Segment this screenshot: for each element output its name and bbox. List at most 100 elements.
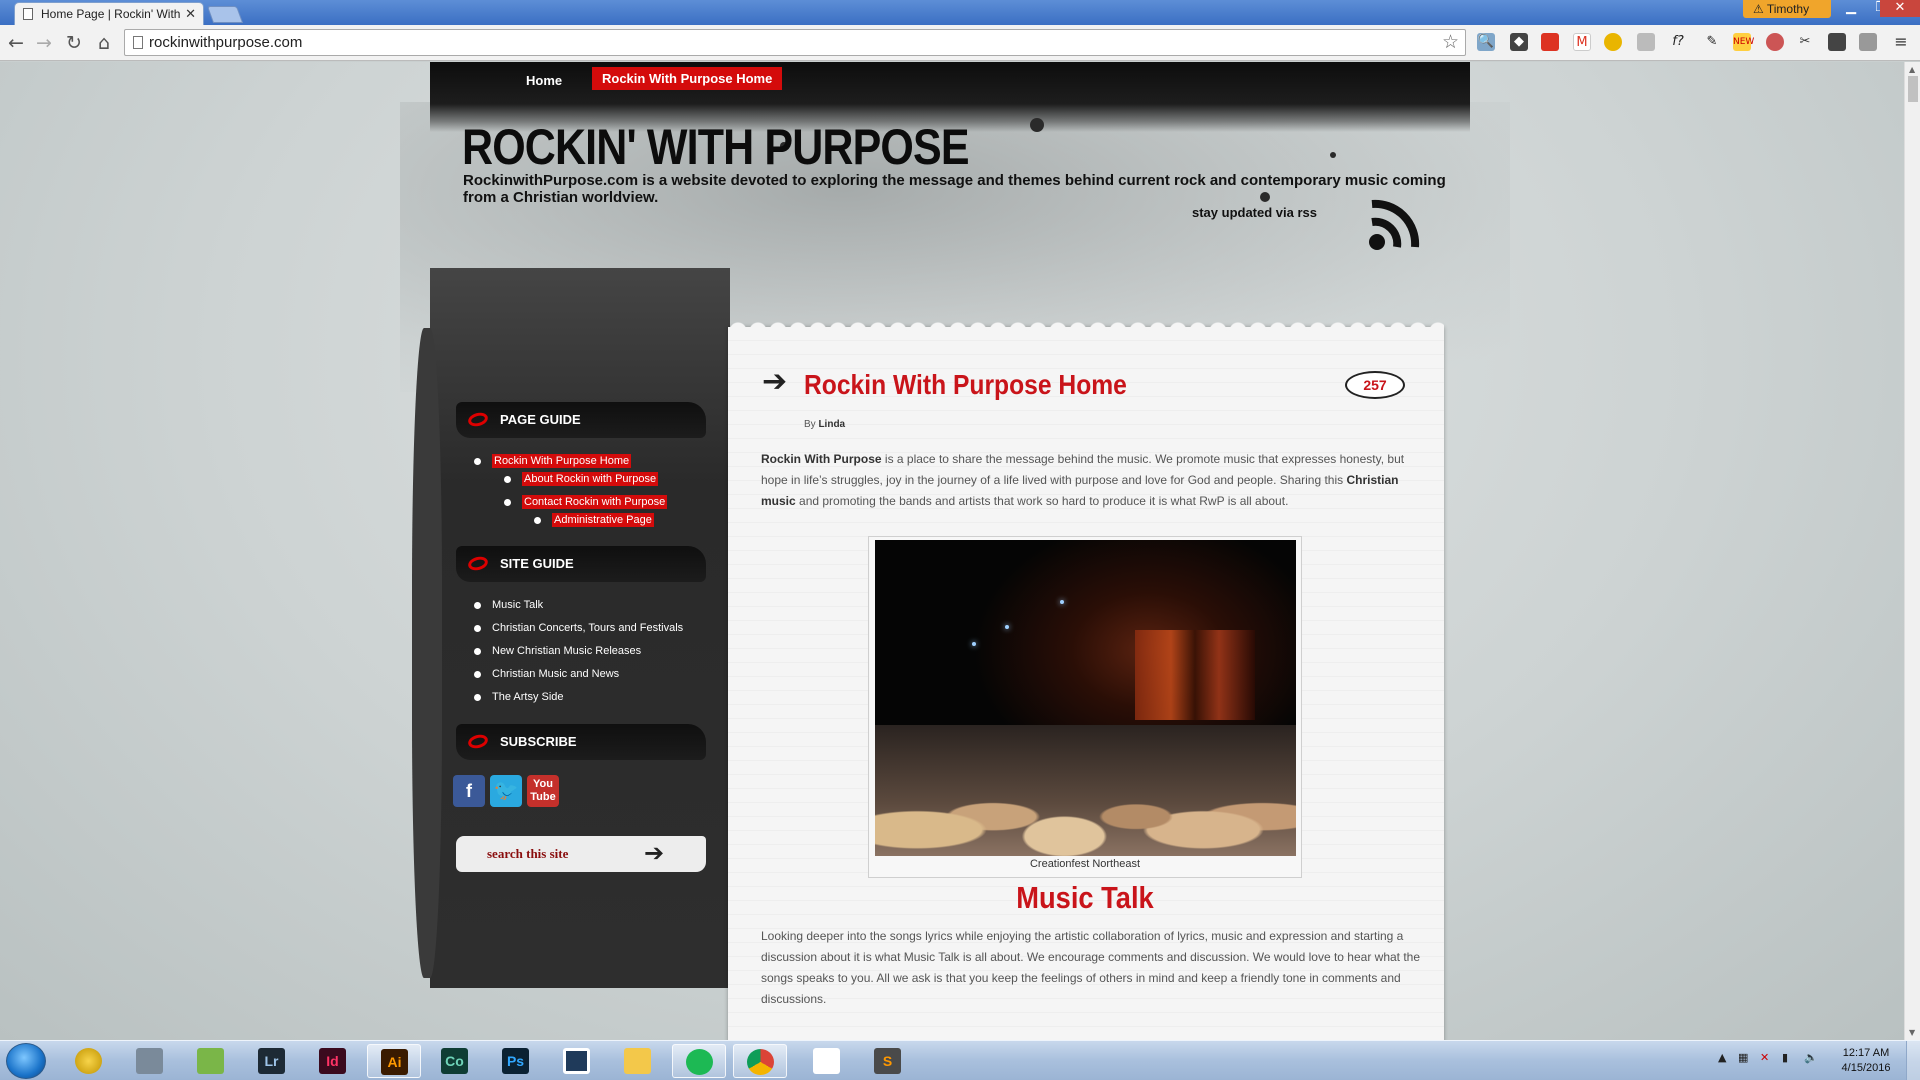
stage-light	[1005, 625, 1009, 629]
rss-icon[interactable]	[1362, 190, 1432, 260]
swirl-icon	[466, 732, 490, 751]
scroll-down-icon[interactable]: ▼	[1909, 1028, 1915, 1037]
search-arrow-icon[interactable]: ➔	[644, 839, 664, 867]
extension-pocket-icon[interactable]: ◆	[1510, 33, 1528, 51]
window-app-icon	[563, 1048, 590, 1074]
tray-expand-icon[interactable]: ▲	[1718, 1051, 1732, 1065]
scroll-thumb[interactable]	[1908, 76, 1918, 102]
network-error-icon[interactable]: ✕	[1760, 1051, 1774, 1065]
reload-icon[interactable]: ↻	[62, 31, 86, 55]
extension-font-icon[interactable]: f?	[1669, 33, 1687, 51]
taskbar-app-explorer[interactable]	[611, 1044, 665, 1078]
site-guide-item[interactable]: The Artsy Side	[474, 691, 564, 703]
site-guide-item[interactable]: Christian Music and News	[474, 668, 619, 680]
clock-date: 4/15/2016	[1841, 1062, 1891, 1074]
taskbar-app-illustrator[interactable]: Ai	[367, 1044, 421, 1078]
subscribe-label: SUBSCRIBE	[500, 734, 577, 749]
tab-close-icon[interactable]: ✕	[185, 6, 196, 22]
twitter-icon[interactable]: 🐦	[490, 775, 522, 807]
taskbar-app-archive[interactable]	[123, 1044, 177, 1078]
comment-count-badge[interactable]: 257	[1345, 371, 1405, 399]
concert-photo[interactable]	[875, 540, 1296, 856]
stage-light	[1060, 600, 1064, 604]
facebook-icon[interactable]: f	[453, 775, 485, 807]
extension-tools-icon[interactable]: ✂	[1796, 33, 1814, 51]
extension-search-icon[interactable]: 🔍	[1477, 33, 1495, 51]
taskbar-app-chrome[interactable]	[733, 1044, 787, 1078]
extension-screen-icon[interactable]	[1859, 33, 1877, 51]
bookmark-star-icon[interactable]: ☆	[1442, 31, 1459, 53]
vertical-scrollbar[interactable]: ▲ ▼	[1904, 62, 1920, 1040]
show-desktop-button[interactable]	[1906, 1041, 1920, 1080]
post-arrow-icon: ➔	[762, 364, 788, 399]
extension-bookmark-icon[interactable]	[1541, 33, 1559, 51]
new-tab-button[interactable]	[206, 6, 244, 23]
taskbar-app-photoshop[interactable]: Ps	[489, 1044, 543, 1078]
system-clock[interactable]: 12:17 AM 4/15/2016	[1834, 1046, 1898, 1076]
taskbar-app-window[interactable]	[550, 1044, 604, 1078]
swirl-icon	[466, 410, 490, 429]
site-title[interactable]: ROCKIN' WITH PURPOSE	[462, 118, 970, 176]
site-guide-heading: SITE GUIDE	[456, 546, 706, 582]
address-bar[interactable]: rockinwithpurpose.com ☆	[124, 29, 1466, 56]
extension-record-icon[interactable]	[1766, 33, 1784, 51]
extension-eyedropper-icon[interactable]: ✎	[1703, 33, 1721, 51]
system-tray: ▲ ▦ ✕ ▮ 🔈	[1712, 1049, 1832, 1073]
author-link[interactable]: Linda	[818, 419, 845, 430]
taskbar-app-norton[interactable]	[62, 1044, 116, 1078]
taskbar-app-lightroom[interactable]: Lr	[245, 1044, 299, 1078]
extension-gmail-icon[interactable]: M	[1573, 33, 1591, 51]
page-guide-item[interactable]: About Rockin with Purpose	[504, 472, 659, 486]
taskbar-app-sublime[interactable]: S	[861, 1044, 915, 1078]
chrome-icon	[747, 1049, 774, 1075]
nav-rwp-home-link[interactable]: Rockin With Purpose Home	[592, 67, 783, 90]
extension-new-icon[interactable]: NEW	[1733, 33, 1754, 51]
site-guide-item[interactable]: Music Talk	[474, 599, 543, 611]
signal-icon[interactable]: ▮	[1782, 1051, 1796, 1065]
swirl-icon	[466, 554, 490, 573]
extension-grid-icon[interactable]	[1637, 33, 1655, 51]
clock-time: 12:17 AM	[1842, 1047, 1890, 1059]
stage-light	[972, 642, 976, 646]
taskbar-app-indesign[interactable]: Id	[306, 1044, 360, 1078]
search-box[interactable]: search this site ➔	[456, 836, 706, 872]
crowd	[875, 725, 1296, 856]
nav-home-link[interactable]: Home	[520, 71, 568, 90]
page-guide-item[interactable]: Administrative Page	[534, 513, 654, 527]
page-guide-heading: PAGE GUIDE	[456, 402, 706, 438]
taskbar-app-launcher[interactable]	[800, 1044, 854, 1078]
chrome-menu-icon[interactable]: ≡	[1892, 33, 1910, 51]
extension-shield-icon[interactable]	[1828, 33, 1846, 51]
start-button[interactable]	[6, 1043, 46, 1079]
taskbar-app-spotify[interactable]	[672, 1044, 726, 1078]
lightroom-icon: Lr	[258, 1048, 285, 1074]
page-guide-item[interactable]: Rockin With Purpose Home	[474, 454, 632, 468]
search-input[interactable]: search this site	[487, 846, 568, 862]
close-window-icon[interactable]: ✕	[1880, 0, 1920, 17]
norton-icon	[75, 1048, 102, 1074]
post-title[interactable]: Rockin With Purpose Home	[804, 369, 1127, 401]
back-icon[interactable]: ←	[4, 31, 28, 55]
sublime-icon: S	[874, 1048, 901, 1074]
section-paragraph: Looking deeper into the songs lyrics whi…	[761, 929, 1421, 1006]
page-guide-item[interactable]: Contact Rockin with Purpose	[504, 495, 668, 509]
minimize-icon[interactable]: ▁	[1836, 0, 1866, 17]
site-guide-item[interactable]: New Christian Music Releases	[474, 645, 641, 657]
taskbar-app-sheets[interactable]	[184, 1044, 238, 1078]
browser-tab[interactable]: Home Page | Rockin' With ✕	[14, 2, 204, 25]
forward-icon[interactable]: →	[32, 31, 56, 55]
scroll-up-icon[interactable]: ▲	[1909, 65, 1915, 74]
rss-link-text[interactable]: stay updated via rss	[1192, 205, 1317, 220]
stage-lights	[1135, 630, 1255, 720]
taskbar-app-codepen[interactable]: Co	[428, 1044, 482, 1078]
extension-globe-icon[interactable]	[1604, 33, 1622, 51]
profile-button[interactable]: ⚠ Timothy	[1743, 0, 1831, 18]
youtube-icon[interactable]: You Tube	[527, 775, 559, 807]
spotify-icon	[686, 1049, 713, 1075]
home-icon[interactable]: ⌂	[92, 31, 116, 55]
windows-flag-icon[interactable]: ▦	[1738, 1051, 1752, 1065]
windows-taskbar: Lr Id Ai Co Ps S ▲ ▦ ✕ ▮ 🔈 12:17 AM 4/15…	[0, 1040, 1920, 1080]
volume-icon[interactable]: 🔈	[1804, 1051, 1818, 1065]
intro-paragraph: Rockin With Purpose is a place to share …	[761, 452, 1405, 508]
site-guide-item[interactable]: Christian Concerts, Tours and Festivals	[474, 622, 683, 634]
